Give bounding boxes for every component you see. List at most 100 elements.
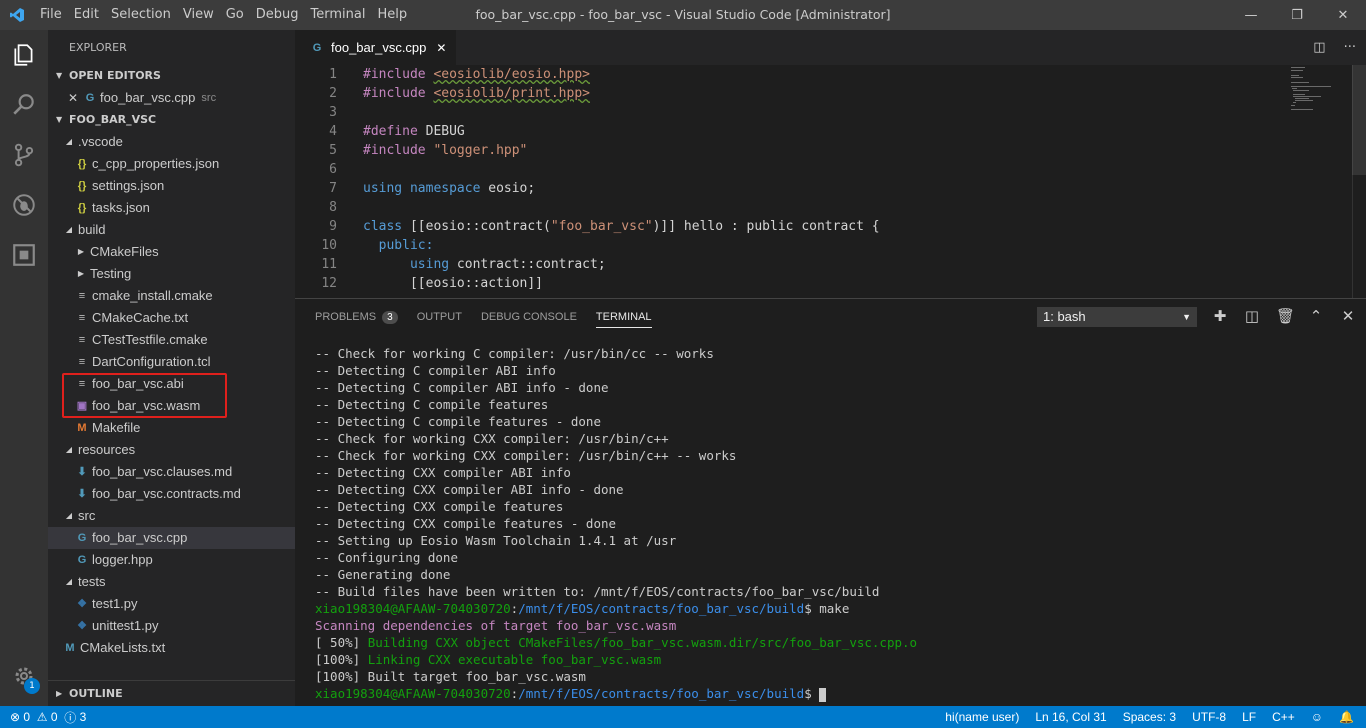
status-eol[interactable]: LF: [1242, 710, 1256, 724]
terminal-line: xiao198304@AFAAW-704030720:/mnt/f/EOS/co…: [315, 601, 850, 616]
line-number: 5: [329, 143, 337, 158]
explorer-icon[interactable]: [0, 30, 48, 80]
open-editor-item[interactable]: ✕ G foo_bar_vsc.cpp src: [48, 87, 295, 109]
file-item[interactable]: Glogger.hpp: [48, 549, 295, 571]
file-item[interactable]: {} tasks.json: [48, 197, 295, 219]
restore-icon[interactable]: ❐: [1274, 0, 1320, 30]
minimize-icon[interactable]: —: [1228, 0, 1274, 30]
file-item[interactable]: ≡ CMakeCache.txt: [48, 307, 295, 329]
terminal-text: Linking CXX executable foo_bar_vsc.wasm: [367, 652, 662, 667]
terminal-text: -- Detecting CXX compiler ABI info: [315, 465, 571, 480]
scrollbar-thumb[interactable]: [1352, 65, 1366, 175]
terminal-text: Building CXX object CMakeFiles/foo_bar_v…: [367, 635, 918, 650]
more-actions-icon[interactable]: ···: [1344, 40, 1356, 55]
maximize-panel-icon[interactable]: ⌃: [1308, 307, 1324, 325]
file-item[interactable]: {} c_cpp_properties.json: [48, 153, 295, 175]
terminal-select[interactable]: 1: bash ▼: [1037, 307, 1197, 327]
menu-item-terminal[interactable]: Terminal: [305, 0, 372, 30]
terminal-line: xiao198304@AFAAW-704030720:/mnt/f/EOS/co…: [315, 685, 1355, 702]
menu-item-debug[interactable]: Debug: [250, 0, 305, 30]
problems-status[interactable]: ⊗ 0 ⚠ 0 ⓘ 3: [0, 709, 86, 726]
code-view[interactable]: 1 #include <eosiolib/eosio.hpp> 2 #include …: [295, 65, 1366, 298]
menu-item-file[interactable]: File: [34, 0, 68, 30]
terminal-line: -- Check for working CXX compiler: /usr/…: [315, 447, 1355, 464]
activity-bar: 1: [0, 30, 48, 706]
outline-label: OUTLINE: [69, 687, 123, 700]
close-icon[interactable]: ✕: [436, 41, 446, 55]
status-encoding[interactable]: UTF-8: [1192, 710, 1226, 724]
extensions-icon[interactable]: [0, 230, 48, 280]
file-item[interactable]: M CMakeLists.txt: [48, 637, 295, 659]
editor-scrollbar[interactable]: [1352, 65, 1366, 298]
json-file-icon: {}: [77, 202, 87, 214]
tab-problems[interactable]: PROBLEMS 3: [315, 299, 398, 335]
makefile-icon: M: [77, 422, 87, 434]
split-editor-icon[interactable]: ◫: [1313, 40, 1325, 55]
file-item[interactable]: ❖ unittest1.py: [48, 615, 295, 637]
status-bar: ⊗ 0 ⚠ 0 ⓘ 3 hi(name user) Ln 16, Col 31 …: [0, 706, 1366, 728]
folder-item[interactable]: ◢ src: [48, 505, 295, 527]
tree-item-label: settings.json: [92, 178, 165, 193]
trash-icon[interactable]: 🗑: [1276, 307, 1295, 325]
chevron-down-icon: ▼: [56, 115, 63, 124]
status-spaces[interactable]: Spaces: 3: [1123, 710, 1176, 724]
terminal-text: -- Detecting C compile features - done: [315, 414, 601, 429]
terminal-line: [ 50%] Building CXX object CMakeFiles/fo…: [315, 634, 1355, 651]
minimap[interactable]: [1246, 65, 1346, 125]
menu-item-edit[interactable]: Edit: [68, 0, 105, 30]
source-control-icon[interactable]: [0, 130, 48, 180]
file-item[interactable]: M Makefile: [48, 417, 295, 439]
folder-item[interactable]: ◢ resources: [48, 439, 295, 461]
menu-item-selection[interactable]: Selection: [105, 0, 177, 30]
bell-icon[interactable]: 🔔: [1339, 710, 1354, 724]
debug-icon[interactable]: [0, 180, 48, 230]
status-user[interactable]: hi(name user): [945, 710, 1019, 724]
terminal-select-value: 1: bash: [1043, 309, 1086, 324]
folder-item[interactable]: ▶ CMakeFiles: [48, 241, 295, 263]
sidebar-title: EXPLORER: [69, 41, 127, 54]
menu-item-go[interactable]: Go: [220, 0, 250, 30]
terminal-output[interactable]: -- Check for working C compiler: /usr/bi…: [315, 345, 1355, 702]
line-number: 2: [329, 86, 337, 101]
new-terminal-icon[interactable]: ✚: [1212, 307, 1228, 325]
file-item[interactable]: ⬇ foo_bar_vsc.clauses.md: [48, 461, 295, 483]
close-icon[interactable]: ✕: [1320, 0, 1366, 30]
folder-item[interactable]: ◢ build: [48, 219, 295, 241]
split-terminal-icon[interactable]: ◫: [1244, 307, 1260, 325]
prompt-path: /mnt/f/EOS/contracts/foo_bar_vsc/build: [518, 686, 805, 701]
terminal-line: [100%] Built target foo_bar_vsc.wasm: [315, 668, 1355, 685]
file-item[interactable]: ≡ cmake_install.cmake: [48, 285, 295, 307]
tab-output[interactable]: OUTPUT: [417, 299, 462, 335]
tree-item-label: Makefile: [92, 420, 141, 435]
settings-badge: 1: [24, 678, 40, 694]
tab-debug-console[interactable]: DEBUG CONSOLE: [481, 299, 577, 335]
close-icon[interactable]: ✕: [68, 87, 82, 109]
file-item[interactable]: ❖ test1.py: [48, 593, 295, 615]
file-item[interactable]: ≡ CTestTestfile.cmake: [48, 329, 295, 351]
status-position[interactable]: Ln 16, Col 31: [1035, 710, 1106, 724]
line-number: 10: [321, 238, 337, 253]
file-item[interactable]: Gfoo_bar_vsc.cpp: [48, 527, 295, 549]
menu-item-view[interactable]: View: [177, 0, 220, 30]
project-header[interactable]: ▼ FOO_BAR_VSC: [48, 109, 295, 131]
code-text: using contract::contract;: [409, 257, 606, 272]
file-item[interactable]: {} settings.json: [48, 175, 295, 197]
python-file-icon: ❖: [77, 598, 87, 610]
file-item[interactable]: ≡ DartConfiguration.tcl: [48, 351, 295, 373]
menu-item-help[interactable]: Help: [371, 0, 413, 30]
settings-icon[interactable]: 1: [0, 656, 48, 696]
code-line: 12 [[eosio::action]]: [295, 274, 1366, 293]
tab-terminal[interactable]: TERMINAL: [595, 306, 652, 328]
outline-section[interactable]: ▶ OUTLINE: [48, 680, 295, 706]
close-panel-icon[interactable]: ✕: [1340, 307, 1356, 325]
warning-count: 0: [50, 710, 58, 724]
open-editors-header[interactable]: ▼ OPEN EDITORS: [48, 65, 295, 87]
feedback-icon[interactable]: ☺: [1311, 710, 1323, 724]
tab-foo-bar-vsc-cpp[interactable]: G foo_bar_vsc.cpp ✕: [295, 30, 457, 65]
search-icon[interactable]: [0, 80, 48, 130]
folder-item[interactable]: ▶ Testing: [48, 263, 295, 285]
folder-item[interactable]: ◢ .vscode: [48, 131, 295, 153]
folder-item[interactable]: ◢ tests: [48, 571, 295, 593]
file-item[interactable]: ⬇ foo_bar_vsc.contracts.md: [48, 483, 295, 505]
status-language[interactable]: C++: [1272, 710, 1295, 724]
